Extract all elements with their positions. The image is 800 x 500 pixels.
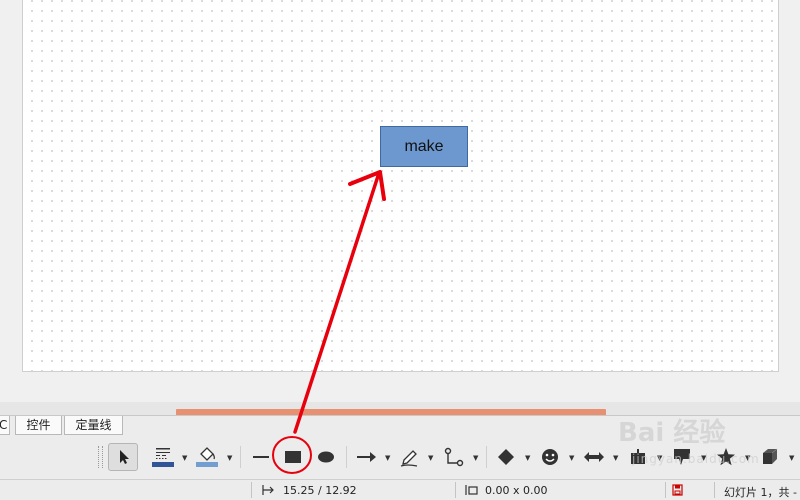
double-arrow-icon — [584, 452, 604, 462]
line-button[interactable] — [248, 444, 274, 470]
smiley-icon — [542, 449, 558, 465]
status-divider — [665, 482, 666, 498]
status-divider — [455, 482, 456, 498]
document-modified-icon[interactable] — [672, 484, 683, 496]
chevron-down-icon[interactable]: ▼ — [569, 454, 574, 462]
slide-canvas[interactable]: make — [22, 0, 779, 372]
tab-dimension-line[interactable]: 定量线 — [64, 416, 123, 435]
ellipse-icon — [318, 451, 334, 463]
slide-count: 幻灯片 1，共 - — [724, 486, 797, 499]
lines-and-arrows-button[interactable] — [353, 444, 379, 470]
cursor-position: 15.25 / 12.92 — [283, 484, 357, 497]
ellipse-button[interactable] — [313, 444, 339, 470]
tab-controls[interactable]: 控件 — [15, 416, 62, 435]
connector-icon — [444, 447, 464, 467]
rectangle-shape[interactable]: make — [380, 126, 468, 167]
paint-bucket-icon — [196, 447, 218, 467]
fill-color-button[interactable] — [193, 444, 221, 470]
chevron-down-icon[interactable]: ▼ — [428, 454, 433, 462]
status-bar: 15.25 / 12.92 0.00 x 0.00 幻灯片 1，共 - — [0, 479, 800, 500]
status-divider — [251, 482, 252, 498]
line-icon — [253, 456, 269, 458]
size-icon — [465, 485, 478, 495]
baidu-watermark: Bai 经验 jingyan.baidu.com — [618, 418, 760, 466]
position-icon — [262, 485, 274, 495]
rectangle-icon — [285, 451, 301, 463]
arrow-right-icon — [357, 452, 376, 462]
chevron-down-icon[interactable]: ▼ — [525, 454, 530, 462]
chevron-down-icon[interactable]: ▼ — [473, 454, 478, 462]
block-arrows-button[interactable] — [581, 444, 607, 470]
toolbar-separator — [486, 446, 487, 468]
drawing-workspace[interactable]: make — [0, 0, 800, 402]
arrow-pointer-icon — [120, 450, 129, 464]
rectangle-button[interactable] — [280, 444, 306, 470]
status-divider — [714, 482, 715, 498]
chevron-down-icon[interactable]: ▼ — [385, 454, 390, 462]
chevron-down-icon[interactable]: ▼ — [227, 454, 232, 462]
pencil-curve-icon — [400, 450, 418, 467]
toolbar-separator — [346, 446, 347, 468]
select-button[interactable] — [108, 443, 138, 471]
object-size: 0.00 x 0.00 — [485, 484, 548, 497]
line-color-icon — [152, 448, 174, 467]
toolbar-grip[interactable] — [98, 446, 103, 468]
tab-c[interactable]: C — [0, 416, 10, 435]
shape-label: make — [404, 137, 444, 155]
basic-shapes-button[interactable] — [493, 444, 519, 470]
symbol-shapes-button[interactable] — [537, 444, 563, 470]
diamond-icon — [498, 449, 514, 465]
connectors-button[interactable] — [441, 444, 467, 470]
toolbar-separator — [240, 446, 241, 468]
curves-button[interactable] — [396, 444, 422, 470]
chevron-down-icon[interactable]: ▼ — [182, 454, 187, 462]
line-color-button[interactable] — [149, 444, 177, 470]
